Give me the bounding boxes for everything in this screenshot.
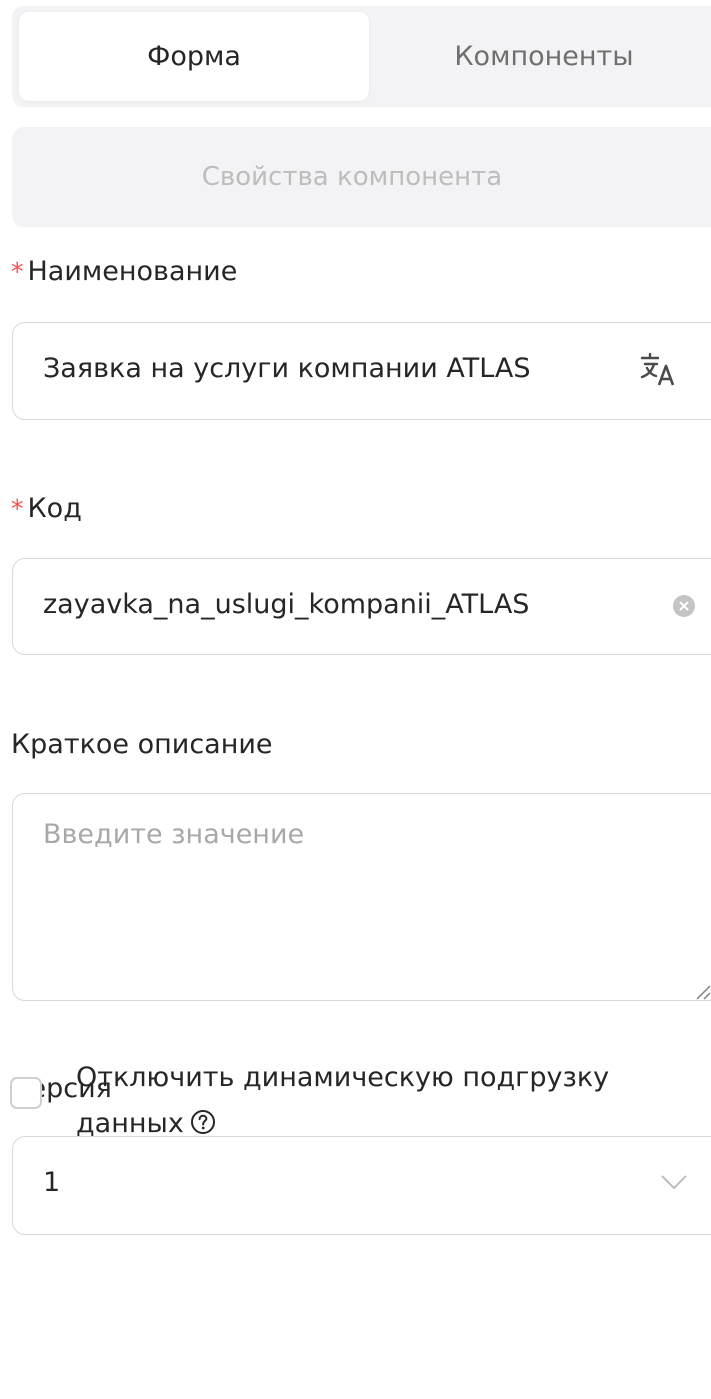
code-label-text: Код	[27, 493, 82, 524]
chevron-down-icon[interactable]	[659, 1172, 689, 1192]
code-input-value: zayavka_na_uslugi_kompanii_ATLAS	[43, 589, 530, 620]
required-mark: *	[11, 494, 24, 523]
description-textarea[interactable]: Введите значение	[12, 793, 711, 1001]
dynamic-loading-label: Отключить динамическую подгрузку данных	[76, 1055, 676, 1147]
description-placeholder: Введите значение	[43, 819, 305, 850]
resize-handle-icon[interactable]	[694, 983, 711, 1000]
segmented-tabs: Форма Компоненты	[12, 6, 711, 107]
tab-components[interactable]: Компоненты	[369, 12, 711, 101]
component-properties-button[interactable]: Свойства компонента	[12, 127, 711, 227]
component-properties-label: Свойства компонента	[201, 162, 503, 192]
name-input-value: Заявка на услуги компании ATLAS	[43, 353, 531, 384]
name-input[interactable]: Заявка на услуги компании ATLAS	[12, 322, 711, 420]
translate-icon[interactable]	[638, 350, 678, 390]
clear-icon[interactable]	[672, 594, 696, 618]
required-mark: *	[11, 257, 24, 286]
dynamic-loading-checkbox[interactable]	[10, 1077, 42, 1109]
dynamic-loading-label-text: Отключить динамическую подгрузку данных	[76, 1062, 610, 1139]
version-selected-value: 1	[43, 1167, 61, 1198]
help-icon[interactable]	[190, 1109, 216, 1135]
form-settings-panel: Форма Компоненты Свойства компонента * На…	[0, 0, 711, 1399]
version-select[interactable]: 1	[12, 1136, 711, 1235]
description-field-label: Краткое описание	[11, 729, 273, 760]
code-input[interactable]: zayavka_na_uslugi_kompanii_ATLAS	[12, 558, 711, 655]
tab-form[interactable]: Форма	[19, 12, 369, 101]
name-field-label: * Наименование	[11, 256, 237, 287]
name-label-text: Наименование	[27, 256, 238, 287]
code-field-label: * Код	[11, 493, 82, 524]
